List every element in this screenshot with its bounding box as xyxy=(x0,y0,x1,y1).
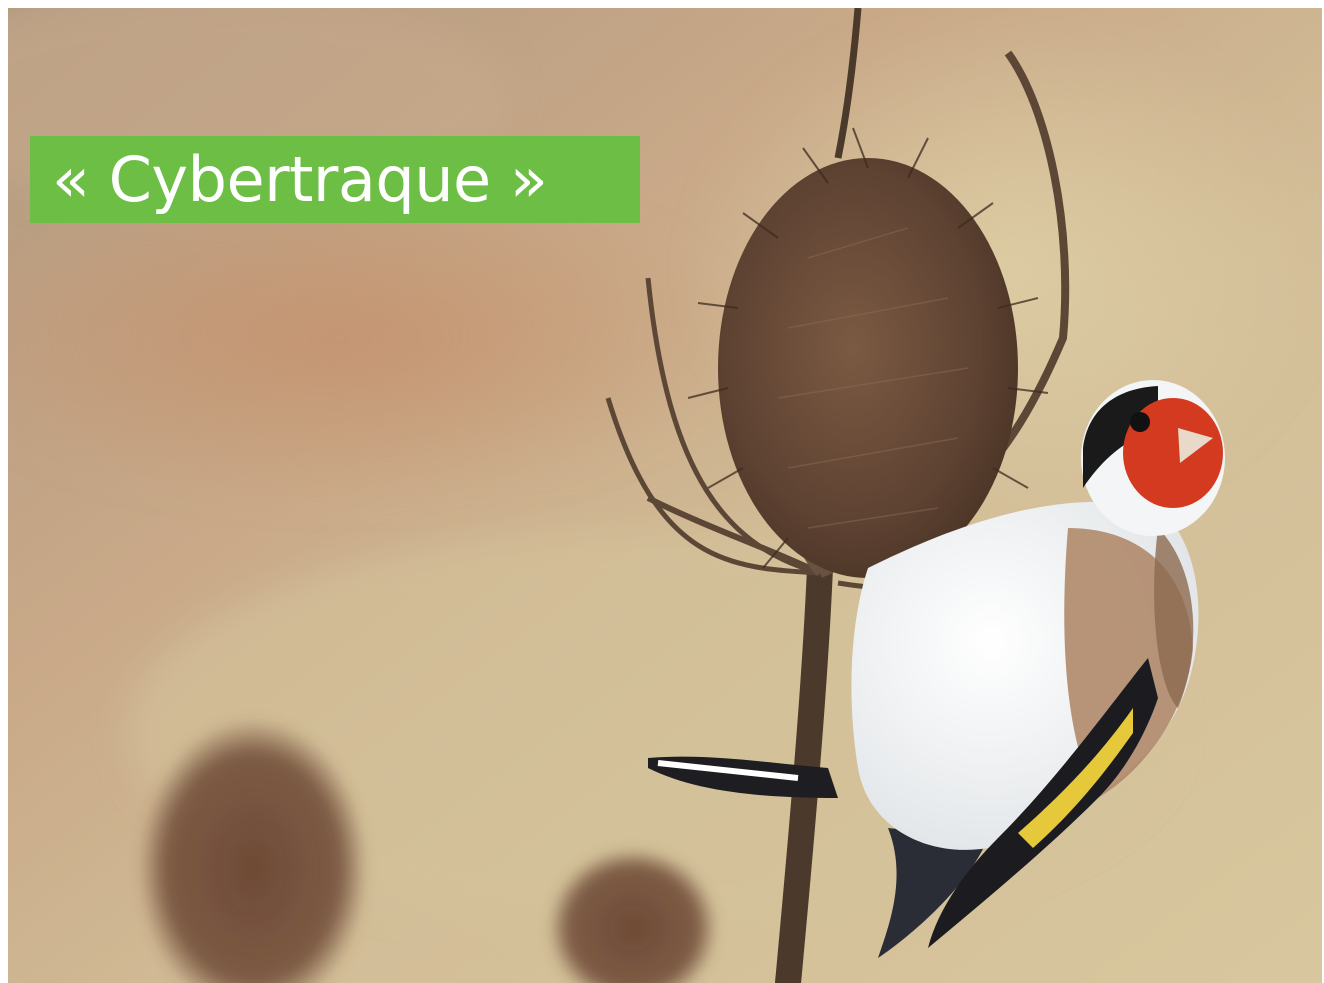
title-banner: « Cybertraque » xyxy=(30,136,640,223)
photo-frame: « Cybertraque » xyxy=(8,8,1322,983)
